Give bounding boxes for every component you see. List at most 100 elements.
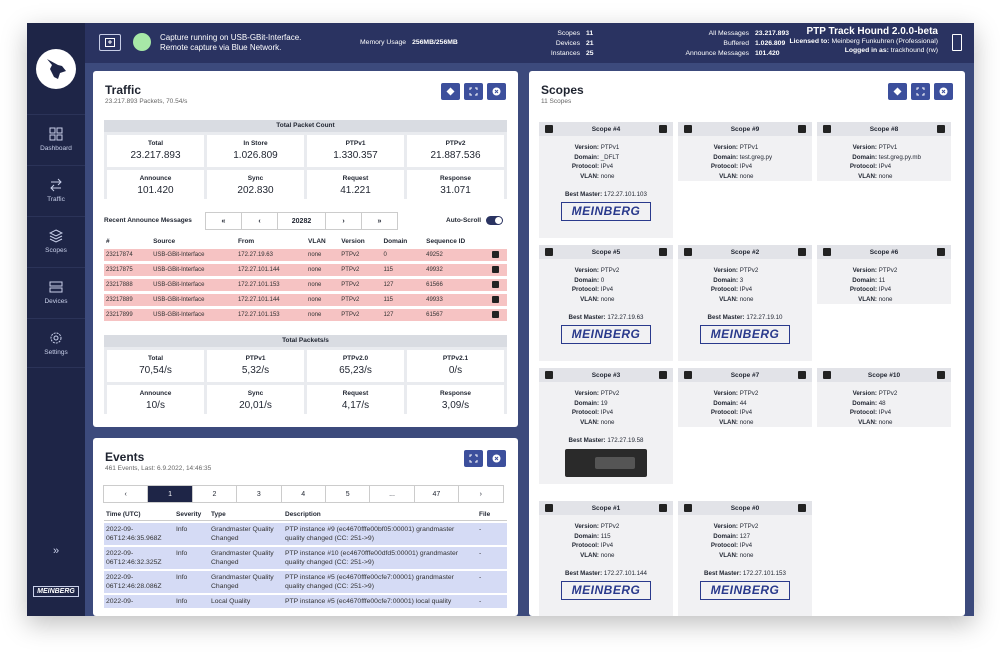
table-row[interactable]: 2022-09-06T12:46:28.086Z Info Grandmaster … bbox=[104, 571, 507, 593]
sidebar-item-traffic[interactable]: Traffic bbox=[27, 165, 85, 215]
sidebar-item-settings[interactable]: Settings bbox=[27, 318, 85, 368]
pager-button[interactable]: › bbox=[325, 212, 362, 230]
pager-button[interactable]: 5 bbox=[324, 485, 371, 503]
scope-card[interactable]: Scope #6 Version: PTPv2 Domain: 11 Protocol… bbox=[817, 245, 951, 304]
top-bar: Capture running on USB-GBit-Interface. R… bbox=[85, 23, 974, 63]
scopes-expand-button[interactable] bbox=[911, 83, 930, 100]
table-row[interactable]: 2022-09- Info Local Quality PTP instance #5… bbox=[104, 595, 507, 608]
table-row[interactable]: 23217889 USB-GBit-Interface 172.27.101.144… bbox=[104, 294, 507, 306]
pager-button[interactable]: 3 bbox=[236, 485, 282, 503]
table-cell: - bbox=[477, 547, 507, 569]
pager-button[interactable]: ... bbox=[369, 485, 415, 503]
scope-card[interactable]: Scope #5 Version: PTPv2 Domain: 0 Protocol:… bbox=[539, 245, 673, 361]
scope-vlan-value: none bbox=[878, 172, 893, 180]
table-row[interactable]: 23217888 USB-GBit-Interface 172.27.101.153… bbox=[104, 279, 507, 291]
traffic-pin-button[interactable] bbox=[441, 83, 460, 100]
table-row[interactable]: 23217875 USB-GBit-Interface 172.27.101.144… bbox=[104, 264, 507, 276]
chevron-down-icon[interactable] bbox=[797, 504, 806, 512]
traffic-expand-button[interactable] bbox=[464, 83, 483, 100]
column-header[interactable]: Time (UTC) bbox=[104, 509, 174, 521]
autoscroll-toggle[interactable] bbox=[486, 216, 503, 225]
pager-button[interactable]: 20282 bbox=[277, 212, 326, 230]
scope-name: Scope #0 bbox=[730, 504, 760, 512]
sidebar-item-scopes[interactable]: Scopes bbox=[27, 216, 85, 266]
pager-button[interactable]: ‹ bbox=[103, 485, 149, 503]
pager-button[interactable]: 2 bbox=[191, 485, 238, 503]
capture-button[interactable] bbox=[99, 34, 121, 51]
wolf-logo-icon[interactable] bbox=[36, 49, 76, 89]
scope-card[interactable]: Scope #8 Version: PTPv1 Domain: test.greg.… bbox=[817, 122, 951, 181]
pager-button[interactable]: ‹ bbox=[241, 212, 278, 230]
chevron-down-icon[interactable] bbox=[492, 265, 500, 273]
table-row[interactable]: 23217874 USB-GBit-Interface 172.27.19.63 no… bbox=[104, 249, 507, 261]
scope-card[interactable]: Scope #3 Version: PTPv2 Domain: 19 Protocol… bbox=[539, 368, 673, 484]
chevron-down-icon[interactable] bbox=[658, 248, 667, 256]
chevron-down-icon[interactable] bbox=[492, 280, 500, 288]
autoscroll-label: Auto-Scroll bbox=[446, 217, 482, 224]
column-header[interactable]: Severity bbox=[174, 509, 209, 521]
sidebar-item-dashboard[interactable]: Dashboard bbox=[27, 114, 85, 164]
table-cell: 2022-09-06T12:46:32.325Z bbox=[104, 547, 174, 569]
column-header[interactable]: Description bbox=[283, 509, 477, 521]
events-panel: Events 461 Events, Last: 6.9.2022, 14:46… bbox=[93, 438, 518, 616]
sidebar-item-label: Scopes bbox=[45, 247, 67, 254]
scopes-pin-button[interactable] bbox=[888, 83, 907, 100]
table-row[interactable]: 23217899 USB-GBit-Interface 172.27.101.153… bbox=[104, 309, 507, 321]
column-header[interactable]: Type bbox=[209, 509, 283, 521]
row-expand-cell[interactable] bbox=[490, 264, 507, 276]
chevron-down-icon[interactable] bbox=[658, 125, 667, 133]
scope-card[interactable]: Scope #7 Version: PTPv2 Domain: 44 Protocol… bbox=[678, 368, 812, 427]
scope-protocol-line: Protocol: IPv4 bbox=[821, 162, 947, 172]
traffic-close-button[interactable] bbox=[487, 83, 506, 100]
table-cell: none bbox=[306, 249, 340, 261]
scope-protocol-value: IPv4 bbox=[878, 286, 892, 293]
scope-card[interactable]: Scope #0 Version: PTPv2 Domain: 127 Protoco… bbox=[678, 501, 812, 616]
events-expand-button[interactable] bbox=[464, 450, 483, 467]
pager-button[interactable]: 1 bbox=[147, 485, 193, 503]
table-cell: 172.27.19.63 bbox=[235, 249, 307, 261]
chevron-down-icon[interactable] bbox=[658, 371, 667, 379]
pager-button[interactable]: « bbox=[205, 212, 242, 230]
row-expand-cell[interactable] bbox=[490, 294, 507, 306]
row-expand-cell[interactable] bbox=[490, 279, 507, 291]
chevron-down-icon[interactable] bbox=[797, 248, 806, 256]
chevron-down-icon[interactable] bbox=[797, 371, 806, 379]
pager-button[interactable]: 4 bbox=[280, 485, 326, 503]
pager-button[interactable]: » bbox=[361, 212, 398, 230]
table-row[interactable]: 2022-09-06T12:46:35.968Z Info Grandmaster … bbox=[104, 523, 507, 545]
scope-card[interactable]: Scope #1 Version: PTPv2 Domain: 115 Protoco… bbox=[539, 501, 673, 616]
table-cell: PTPv2 bbox=[339, 249, 382, 261]
chevron-down-icon[interactable] bbox=[797, 125, 806, 133]
logout-icon[interactable] bbox=[952, 34, 962, 51]
pager-button[interactable]: › bbox=[458, 485, 504, 503]
scope-name: Scope #4 bbox=[591, 125, 621, 133]
sidebar-item-devices[interactable]: Devices bbox=[27, 267, 85, 317]
chevron-down-icon[interactable] bbox=[936, 248, 945, 256]
scope-card[interactable]: Scope #10 Version: PTPv2 Domain: 48 Protoco… bbox=[817, 368, 951, 427]
scopes-close-button[interactable] bbox=[934, 83, 953, 100]
chevron-down-icon[interactable] bbox=[492, 310, 500, 318]
row-expand-cell[interactable] bbox=[490, 249, 507, 261]
chevron-down-icon[interactable] bbox=[492, 250, 500, 258]
scope-vlan-label: VLAN: bbox=[858, 418, 877, 426]
expand-sidebar-button[interactable]: » bbox=[27, 545, 85, 557]
column-header[interactable]: File bbox=[477, 509, 507, 521]
scope-vlan-value: none bbox=[878, 418, 893, 426]
scope-card[interactable]: Scope #9 Version: PTPv1 Domain: test.greg.… bbox=[678, 122, 812, 181]
row-expand-cell[interactable] bbox=[490, 309, 507, 321]
table-cell: 0 bbox=[381, 249, 425, 261]
chevron-down-icon[interactable] bbox=[936, 125, 945, 133]
chevron-down-icon[interactable] bbox=[936, 371, 945, 379]
pager-button[interactable]: 47 bbox=[413, 485, 460, 503]
scope-card[interactable]: Scope #2 Version: PTPv2 Domain: 3 Protocol:… bbox=[678, 245, 812, 361]
scope-diamond-icon bbox=[545, 125, 553, 133]
scope-domain-line: Domain: 0 bbox=[543, 276, 669, 286]
events-close-button[interactable] bbox=[487, 450, 506, 467]
table-row[interactable]: 2022-09-06T12:46:32.325Z Info Grandmaster … bbox=[104, 547, 507, 569]
scope-card[interactable]: Scope #4 Version: PTPv1 Domain: _DFLT Proto… bbox=[539, 122, 673, 238]
chevron-down-icon[interactable] bbox=[658, 504, 667, 512]
scope-card-header: Scope #3 bbox=[539, 368, 673, 382]
table-cell: 2022-09-06T12:46:28.086Z bbox=[104, 571, 174, 593]
scope-vlan-value: none bbox=[739, 172, 754, 180]
chevron-down-icon[interactable] bbox=[492, 295, 500, 303]
